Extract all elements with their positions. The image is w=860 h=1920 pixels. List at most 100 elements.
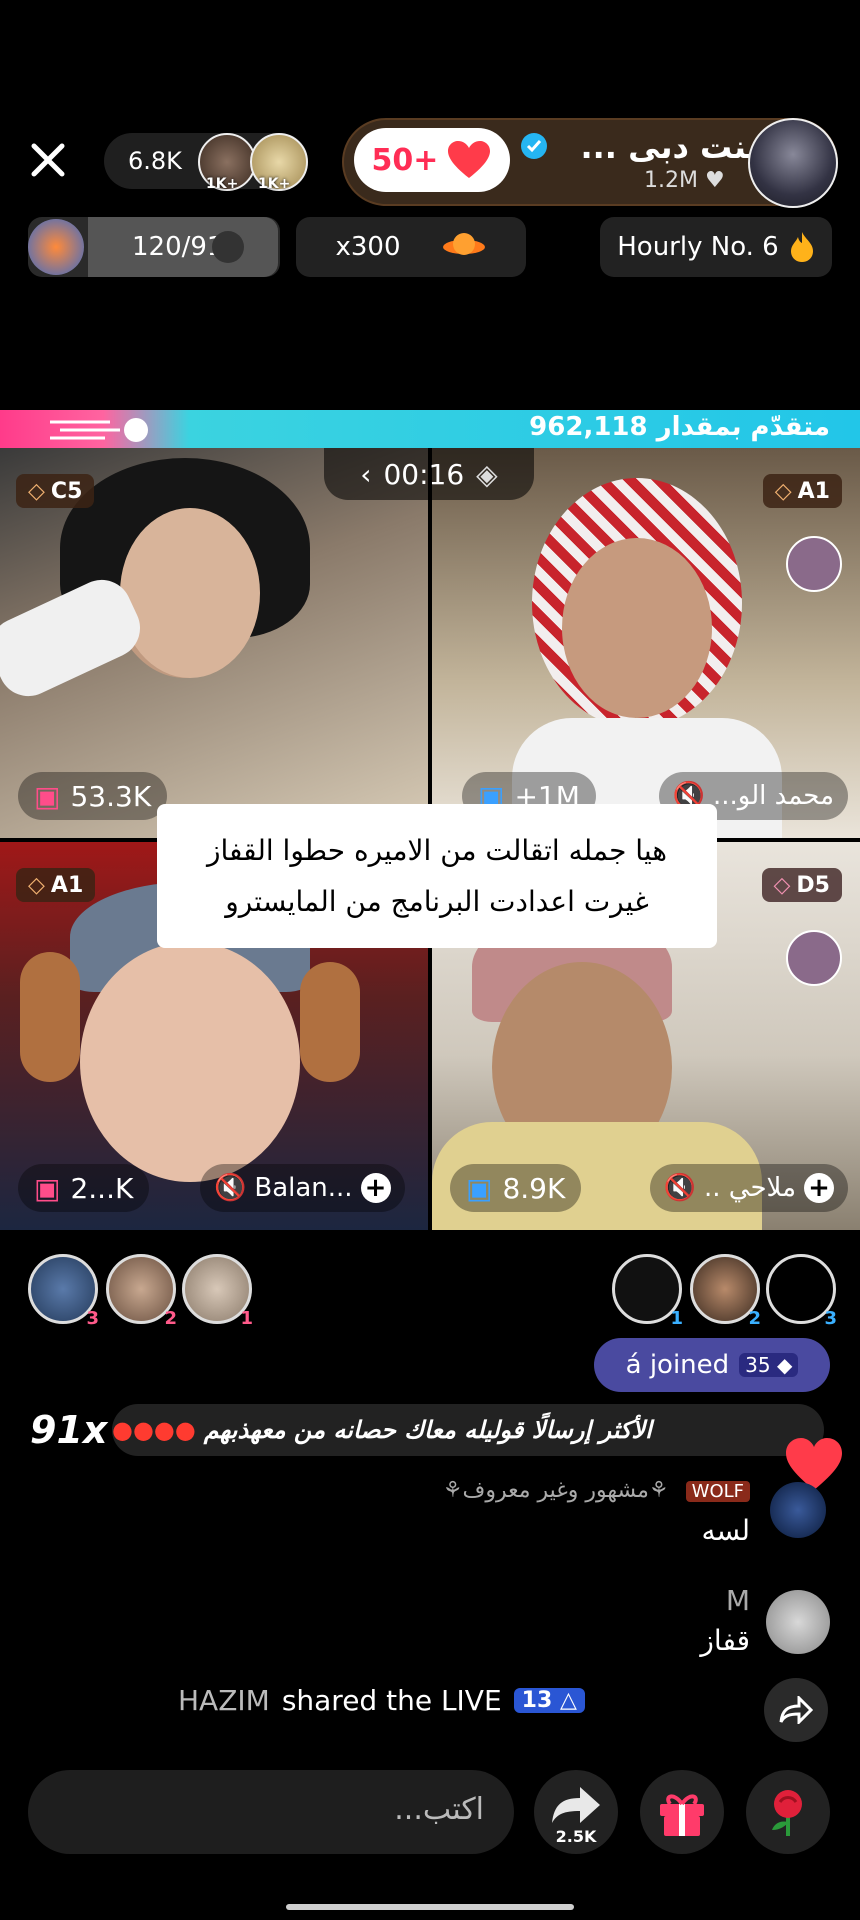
video-tile-1[interactable]: ◇ C5 ▣ 53.3K <box>0 448 428 838</box>
rank-badge-label: C5 <box>50 478 83 504</box>
gift-count-pill[interactable]: ▣ 53.3K <box>18 772 168 820</box>
caption-line-2: غيرت اعدادت البرنامج من المايسترو <box>225 885 649 918</box>
power-boost-icon[interactable] <box>786 536 842 592</box>
share-arrow-icon <box>552 1787 600 1823</box>
rank-badge: ◇ D5 <box>761 868 842 902</box>
gift-count: 53.3K <box>70 779 152 813</box>
gifter-rank: 3 <box>824 1308 837 1329</box>
gift-count: 2...K <box>70 1171 134 1205</box>
gifter-avatar-left-2[interactable]: 2 <box>106 1254 177 1329</box>
gift-icon <box>660 1794 704 1836</box>
headphone-left <box>20 952 80 1082</box>
wolf-avatar-icon <box>212 231 244 263</box>
caption-line-1: هيا جمله اتقالت من الاميره حطوا القفاز <box>206 834 668 867</box>
commenter-name: M <box>725 1584 750 1617</box>
rank-pill[interactable]: 120/91 <box>28 217 280 277</box>
multiplier-pill[interactable]: x300 <box>296 217 526 277</box>
close-icon <box>31 143 65 177</box>
commenter-avatar[interactable] <box>766 1590 830 1654</box>
battle-progress-bar: متقدّم بمقدار 962,118 <box>0 410 860 448</box>
comment-placeholder: اكتب... <box>394 1792 484 1827</box>
share-count: 2.5K <box>555 1827 597 1846</box>
host-card[interactable]: 50+ بنت دبى ... 1.2M ♥ <box>342 118 838 208</box>
diamond-icon: ◇ <box>28 478 45 504</box>
share-arrow-icon <box>779 1696 813 1724</box>
follow-plus-icon[interactable]: + <box>804 1173 834 1203</box>
participant-name-pill[interactable]: 🔇 Balan... + <box>200 1164 405 1212</box>
gifter-avatar-right-1[interactable]: 1 <box>612 1254 683 1329</box>
red-hearts-icon: ●●●● <box>112 1416 196 1444</box>
hourly-rank-pill[interactable]: Hourly No. 6 <box>600 217 832 277</box>
diamond-icon: ◇ <box>773 872 791 898</box>
share-button[interactable]: 2.5K <box>534 1770 618 1854</box>
timer-value: 00:16 <box>383 457 465 491</box>
like-count: 50+ <box>371 142 439 178</box>
participant-name-pill[interactable]: 🔇 ملاحي .. + <box>649 1164 848 1212</box>
host-likes-value: 1.2M <box>644 168 698 193</box>
top-viewer-tag: 1K+ <box>258 176 291 192</box>
host-avatar[interactable] <box>748 118 838 208</box>
gift-count-pill[interactable]: ▣ 2...K <box>18 1164 150 1212</box>
top-viewer-avatar-2[interactable]: 1K+ <box>250 133 308 192</box>
heart-icon <box>448 141 491 178</box>
participant-face-front <box>120 508 260 678</box>
multiplier-value: x300 <box>335 232 401 262</box>
gift-multiplier: 91x <box>30 1408 108 1452</box>
level-value: 13 <box>521 1688 553 1713</box>
gifter-avatar-left-1[interactable]: 3 <box>28 1254 99 1329</box>
gift-count-pill[interactable]: ▣ 8.9K <box>450 1164 582 1212</box>
battle-timer[interactable]: ‹ 00:16 ◈ <box>324 448 534 500</box>
gifter-rank: 2 <box>164 1308 177 1329</box>
fire-icon <box>790 232 813 262</box>
share-notification: HAZIM shared the LIVE 13 △ <box>178 1684 585 1717</box>
joined-text: á joined <box>625 1350 730 1380</box>
gifter-avatar-right-2[interactable]: 2 <box>690 1254 761 1329</box>
rose-icon <box>772 1790 802 1836</box>
rose-gift-button[interactable] <box>746 1770 830 1854</box>
joined-notification: á joined 35 ◆ <box>594 1338 830 1392</box>
gift-count: 8.9K <box>502 1171 566 1205</box>
progress-text: متقدّم بمقدار 962,118 <box>529 412 830 442</box>
gifter-rank: 1 <box>670 1308 683 1329</box>
host-likes: 1.2M ♥ <box>644 168 725 193</box>
rank-badge: ◇ A1 <box>762 474 842 508</box>
top-sender-text: الأكثر إرسالًا قوليله معاك حصانه من معهذ… <box>203 1416 652 1444</box>
speed-arrow-icon <box>50 418 148 442</box>
comment-input[interactable]: اكتب... <box>28 1770 514 1854</box>
gift-box-icon: ▣ <box>34 1171 61 1205</box>
commenter-name-text: ⚘مشهور وغير معروف⚘ <box>442 1478 669 1503</box>
muted-speaker-icon: 🔇 <box>214 1173 247 1203</box>
level-badge: 35 ◆ <box>739 1353 799 1377</box>
commenter-avatar[interactable] <box>770 1482 826 1538</box>
gifter-avatar-right-3[interactable]: 3 <box>766 1254 837 1329</box>
diamond-icon: ◇ <box>774 478 792 504</box>
share-user: HAZIM <box>178 1684 270 1717</box>
comment-text: لسه <box>701 1514 750 1547</box>
muted-speaker-icon: 🔇 <box>663 1173 697 1203</box>
power-boost-icon[interactable] <box>786 930 842 986</box>
top-viewer-avatar-1[interactable]: 1K+ <box>198 133 256 192</box>
gifter-avatar-left-3[interactable]: 1 <box>182 1254 253 1329</box>
rank-value: 120/91 <box>132 232 224 262</box>
top-viewer-tag: 1K+ <box>206 176 239 192</box>
small-heart-icon: ♥ <box>704 168 725 193</box>
gifter-rank: 2 <box>748 1308 761 1329</box>
rank-avatar <box>28 219 84 275</box>
gifter-rank: 3 <box>86 1308 99 1329</box>
rank-badge: ◇ A1 <box>16 868 96 902</box>
rank-badge: ◇ C5 <box>16 474 95 508</box>
rank-badge-label: A1 <box>50 872 84 898</box>
chevron-left-icon: ‹ <box>360 457 372 491</box>
share-button-small[interactable] <box>764 1678 828 1742</box>
video-tile-2[interactable]: ◇ A1 ▣ +1M محمد الو... 🔇 <box>432 448 860 838</box>
headphone-right <box>300 962 360 1082</box>
home-indicator[interactable] <box>286 1904 574 1910</box>
timer-gift-icon: ▣ <box>466 1171 493 1205</box>
participant-face <box>562 538 712 718</box>
level-value: 35 <box>745 1353 771 1377</box>
follow-plus-icon[interactable]: + <box>360 1173 391 1203</box>
viewer-count: 6.8K <box>128 147 182 175</box>
close-button[interactable] <box>22 134 74 186</box>
gift-button[interactable] <box>640 1770 724 1854</box>
like-button[interactable]: 50+ <box>354 128 510 192</box>
